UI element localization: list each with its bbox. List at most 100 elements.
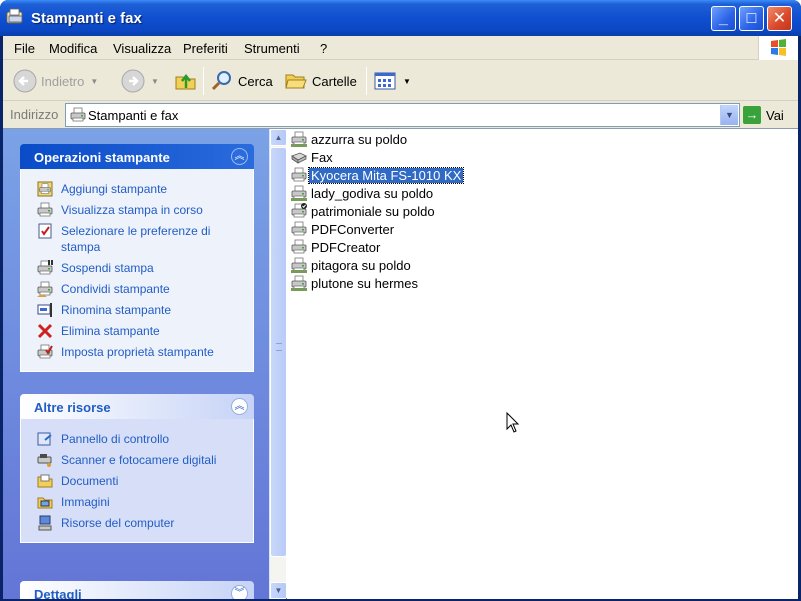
add-printer-icon: [37, 181, 53, 197]
control-panel-icon: [37, 432, 52, 446]
address-bar: Indirizzo Stampanti e fax ▼ → Vai: [3, 102, 798, 128]
up-folder-button[interactable]: [174, 65, 198, 97]
task-printer-properties[interactable]: Imposta proprietà stampante: [21, 342, 253, 363]
delete-icon: [37, 323, 53, 339]
scroll-up-icon[interactable]: ▲: [270, 129, 287, 146]
documents-folder-icon: [37, 474, 53, 488]
windows-logo-icon: [758, 36, 798, 60]
collapse-chevron-icon[interactable]: ︽: [231, 148, 248, 165]
task-label: Elimina stampante: [61, 324, 160, 338]
address-dropdown-icon[interactable]: ▼: [720, 105, 738, 125]
menu-tools[interactable]: Strumenti: [244, 41, 300, 56]
pause-printer-icon: [37, 260, 53, 276]
printer-item[interactable]: lady_godiva su poldo: [291, 184, 435, 202]
forward-dropdown-icon[interactable]: ▼: [151, 77, 159, 86]
forward-arrow-icon: [121, 69, 145, 93]
expand-chevron-icon[interactable]: ︾: [231, 585, 248, 599]
back-arrow-icon: [13, 69, 37, 93]
toolbar: Indietro ▼ ▼ Cerca Cartelle ▼: [3, 61, 798, 101]
network-printer-icon: [291, 275, 307, 291]
scroll-thumb[interactable]: [270, 147, 287, 557]
toolbar-separator: [203, 67, 204, 95]
link-pictures[interactable]: Immagini: [21, 492, 253, 513]
address-input[interactable]: Stampanti e fax ▼: [65, 103, 740, 127]
details-header[interactable]: Dettagli ︾: [20, 581, 254, 599]
collapse-chevron-icon[interactable]: ︽: [231, 398, 248, 415]
views-dropdown-icon[interactable]: ▼: [403, 77, 411, 86]
printer-item[interactable]: Fax: [291, 148, 335, 166]
task-pane-scrollbar[interactable]: ▲ ▼: [269, 129, 287, 599]
task-pause-printer[interactable]: Sospendi stampa: [21, 258, 253, 279]
views-icon: [374, 72, 396, 90]
mouse-cursor-icon: [506, 412, 520, 433]
back-dropdown-icon[interactable]: ▼: [90, 77, 98, 86]
printer-name: Fax: [311, 149, 333, 165]
details-panel: Dettagli ︾: [20, 581, 254, 599]
link-control-panel[interactable]: Pannello di controllo: [21, 429, 253, 450]
task-share-printer[interactable]: Condividi stampante: [21, 279, 253, 300]
menu-view[interactable]: Visualizza: [113, 41, 171, 56]
search-button[interactable]: Cerca: [210, 65, 273, 97]
scroll-down-icon[interactable]: ▼: [270, 582, 287, 599]
printer-icon: [291, 239, 307, 255]
printer-item[interactable]: PDFConverter: [291, 220, 396, 238]
folders-button[interactable]: Cartelle: [284, 65, 357, 97]
minimize-button[interactable]: _: [711, 6, 736, 31]
address-label: Indirizzo: [10, 107, 59, 122]
explorer-window: Stampanti e fax _ □ ✕ File Modifica Visu…: [0, 0, 801, 601]
other-places-panel: Altre risorse ︽ Pannello di controllo Sc…: [20, 394, 254, 543]
go-button[interactable]: → Vai: [743, 104, 784, 126]
printer-icon: [291, 167, 307, 183]
link-my-computer[interactable]: Risorse del computer: [21, 513, 253, 534]
printer-tasks-header[interactable]: Operazioni stampante ︽: [20, 144, 254, 169]
search-label: Cerca: [238, 73, 273, 89]
minimize-icon: _: [719, 10, 728, 27]
back-button[interactable]: Indietro ▼: [13, 65, 98, 97]
menu-help[interactable]: ?: [320, 41, 327, 56]
printer-item-selected[interactable]: Kyocera Mita FS-1010 KX: [291, 166, 465, 184]
back-label: Indietro: [41, 73, 85, 89]
menu-favorites[interactable]: Preferiti: [183, 41, 228, 56]
printer-item[interactable]: patrimoniale su poldo: [291, 202, 437, 220]
share-printer-icon: [37, 281, 53, 297]
printer-name: patrimoniale su poldo: [311, 203, 435, 219]
printer-item[interactable]: plutone su hermes: [291, 274, 420, 292]
panel-title: Dettagli: [34, 587, 82, 599]
link-documents[interactable]: Documenti: [21, 471, 253, 492]
other-places-body: Pannello di controllo Scanner e fotocame…: [20, 419, 254, 543]
title-bar[interactable]: Stampanti e fax _ □ ✕: [0, 0, 801, 36]
forward-button[interactable]: ▼: [121, 65, 159, 97]
other-places-header[interactable]: Altre risorse ︽: [20, 394, 254, 419]
task-view-queue[interactable]: Visualizza stampa in corso: [21, 200, 253, 221]
network-printer-icon: [291, 185, 307, 201]
printer-item[interactable]: azzurra su poldo: [291, 130, 409, 148]
task-label: Imposta proprietà stampante: [61, 345, 214, 359]
task-add-printer[interactable]: Aggiungi stampante: [21, 179, 253, 200]
scanner-icon: [37, 454, 52, 467]
task-delete-printer[interactable]: Elimina stampante: [21, 321, 253, 342]
grip-icon: [276, 343, 282, 351]
printer-properties-icon: [37, 344, 53, 360]
task-rename-printer[interactable]: Rinomina stampante: [21, 300, 253, 321]
menu-file[interactable]: File: [14, 41, 35, 56]
task-label: Scanner e fotocamere digitali: [61, 453, 217, 467]
go-arrow-icon: →: [743, 106, 761, 124]
link-scanners-cameras[interactable]: Scanner e fotocamere digitali: [21, 450, 253, 471]
folders-label: Cartelle: [312, 73, 357, 89]
task-label: Rinomina stampante: [61, 303, 172, 317]
printer-item[interactable]: PDFCreator: [291, 238, 382, 256]
printer-list: azzurra su poldo Fax Kyocera Mita FS-101…: [287, 129, 798, 599]
printer-item[interactable]: pitagora su poldo: [291, 256, 413, 274]
views-button[interactable]: ▼: [373, 65, 411, 97]
task-label: Condividi stampante: [61, 282, 170, 296]
menu-bar: File Modifica Visualizza Preferiti Strum…: [3, 36, 798, 60]
task-print-preferences[interactable]: Selezionare le preferenze di stampa: [21, 221, 253, 258]
network-printer-icon: [291, 257, 307, 273]
printer-name: pitagora su poldo: [311, 257, 411, 273]
close-button[interactable]: ✕: [767, 6, 792, 31]
printer-tasks-body: Aggiungi stampante Visualizza stampa in …: [20, 169, 254, 372]
folder-up-icon: [175, 73, 196, 90]
panel-title: Altre risorse: [34, 400, 111, 415]
maximize-button[interactable]: □: [739, 6, 764, 31]
menu-edit[interactable]: Modifica: [49, 41, 97, 56]
